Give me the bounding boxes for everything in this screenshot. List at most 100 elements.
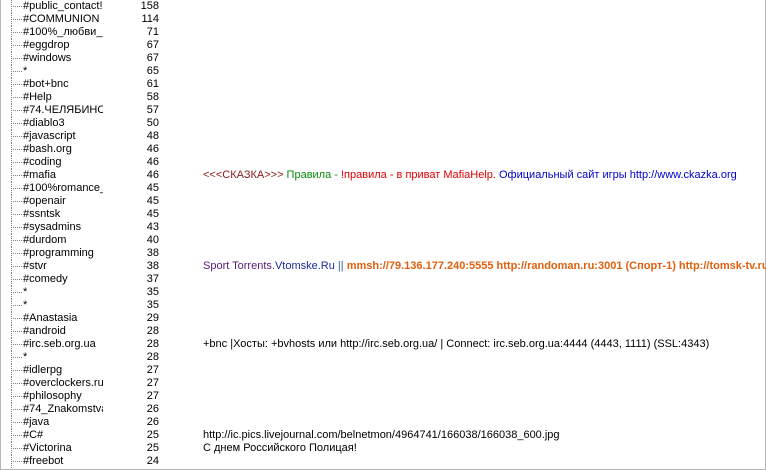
channel-name: #100%romance_ [23, 182, 103, 194]
channel-row[interactable]: #eggdrop 67 [1, 39, 765, 52]
channel-name: #Help [23, 91, 52, 103]
channel-name: #idlerpg [23, 364, 63, 376]
tree-connector-icon [9, 130, 23, 143]
channel-row[interactable]: #programming 38 [1, 247, 765, 260]
channel-row[interactable]: #java 26 [1, 416, 765, 429]
tree-connector-icon [9, 195, 23, 208]
user-count: 28 [146, 338, 159, 350]
topic-segment: Правила - [283, 169, 341, 181]
channel-row[interactable]: #Help 58 [1, 91, 765, 104]
user-count: 24 [146, 455, 159, 467]
tree-connector-icon [9, 247, 23, 260]
channel-row[interactable]: #Anastasia 29 [1, 312, 765, 325]
channel-name: #Victorina [23, 442, 72, 454]
tree-connector-icon [9, 208, 23, 221]
user-count: 35 [146, 286, 159, 298]
user-count: 27 [146, 364, 159, 376]
channel-name: #C# [23, 429, 44, 441]
user-count: 25 [146, 442, 159, 454]
channel-list[interactable]: #public_contact! 158 #COMMUNION 114 #100%_лю… [0, 0, 766, 470]
channel-row[interactable]: #public_contact! 158 [1, 0, 765, 13]
channel-row[interactable]: * 35 [1, 286, 765, 299]
channel-topic: http://ic.pics.livejournal.com/belnetmon… [203, 429, 560, 442]
channel-name: #java [23, 416, 50, 428]
user-count: 37 [146, 273, 159, 285]
channel-row[interactable]: #freebot 24 [1, 455, 765, 468]
channel-name: #javascript [23, 130, 76, 142]
channel-name: #Anastasia [23, 312, 78, 324]
channel-row[interactable]: * 28 [1, 351, 765, 364]
channel-row[interactable]: #comedy 37 [1, 273, 765, 286]
channel-name: #sysadmins [23, 221, 82, 233]
channel-row[interactable]: * 35 [1, 299, 765, 312]
channel-name: #programming [23, 247, 94, 259]
tree-connector-icon [9, 91, 23, 104]
channel-name: #74.ЧЕЛЯБИНСК [23, 104, 103, 116]
channel-row[interactable]: #irc.seb.org.ua 28 +bnc |Хосты: +bvhosts и… [1, 338, 765, 351]
channel-name: #public_contact! [23, 0, 103, 12]
channel-name: #windows [23, 52, 72, 64]
topic-segment: +bnc |Хосты: +bvhosts или http://irc.seb… [203, 338, 710, 350]
channel-row[interactable]: #100%romance_ 45 [1, 182, 765, 195]
channel-row[interactable]: #android 28 [1, 325, 765, 338]
tree-connector-icon [9, 364, 23, 377]
topic-segment: http://ic.pics.livejournal.com/belnetmon… [203, 429, 560, 441]
channel-row[interactable]: #bot+bnc 61 [1, 78, 765, 91]
user-count: 57 [146, 104, 159, 116]
tree-connector-icon [9, 143, 23, 156]
user-count: 61 [146, 78, 159, 90]
channel-row[interactable]: #bash.org 46 [1, 143, 765, 156]
channel-name: #mafia [23, 169, 57, 181]
channel-row[interactable]: #mafia 46 <<<СКАЗКА>>> Правила - !правила … [1, 169, 765, 182]
channel-name: #freebot [23, 455, 64, 467]
channel-row[interactable]: #Victorina 25 С днем Российского Полицая! [1, 442, 765, 455]
user-count: 158 [140, 0, 159, 12]
channel-row[interactable]: #diablo3 50 [1, 117, 765, 130]
tree-connector-icon [9, 273, 23, 286]
channel-row[interactable]: #openair 45 [1, 195, 765, 208]
channel-row[interactable]: #74.ЧЕЛЯБИНСК 57 [1, 104, 765, 117]
channel-row[interactable]: #100%_любви_ 71 [1, 26, 765, 39]
channel-row[interactable]: #stvr 38 Sport Torrents.Vtomske.Ru || mmsh… [1, 260, 766, 273]
channel-topic: +bnc |Хосты: +bvhosts или http://irc.seb… [203, 338, 709, 351]
topic-segment: Официальный сайт игры http://www.ckazka.… [495, 169, 737, 181]
tree-connector-icon [9, 78, 23, 91]
user-count: 46 [146, 156, 159, 168]
channel-row[interactable]: #overclockers.ru 27 [1, 377, 765, 390]
channel-topic: Sport Torrents.Vtomske.Ru || mmsh://79.1… [203, 260, 766, 273]
tree-connector-icon [9, 299, 23, 312]
channel-row[interactable]: #philosophy 27 [1, 390, 765, 403]
channel-name: #overclockers.ru [23, 377, 103, 389]
channel-row[interactable]: #sysadmins 43 [1, 221, 765, 234]
channel-name: * [23, 65, 28, 77]
channel-row[interactable]: #74_Znakomstva 26 [1, 403, 765, 416]
user-count: 38 [146, 247, 159, 259]
user-count: 40 [146, 234, 159, 246]
user-count: 26 [146, 403, 159, 415]
tree-connector-icon [9, 403, 23, 416]
channel-row[interactable]: #C# 25 http://ic.pics.livejournal.com/beln… [1, 429, 765, 442]
user-count: 67 [146, 52, 159, 64]
tree-connector-icon [9, 325, 23, 338]
user-count: 65 [146, 65, 159, 77]
channel-row[interactable]: #coding 46 [1, 156, 765, 169]
tree-connector-icon [9, 26, 23, 39]
tree-connector-icon [9, 377, 23, 390]
tree-connector-icon [9, 156, 23, 169]
user-count: 58 [146, 91, 159, 103]
topic-segment: Sport Torrents. [203, 260, 275, 272]
channel-name: #openair [23, 195, 66, 207]
channel-row[interactable]: #windows 67 [1, 52, 765, 65]
user-count: 25 [146, 429, 159, 441]
channel-row[interactable]: #idlerpg 27 [1, 364, 765, 377]
tree-connector-icon [9, 442, 23, 455]
tree-connector-icon [9, 312, 23, 325]
channel-row[interactable]: #javascript 48 [1, 130, 765, 143]
channel-row[interactable]: #COMMUNION 114 [1, 13, 765, 26]
channel-topic: <<<СКАЗКА>>> Правила - !правила - в прив… [203, 169, 737, 182]
channel-name: #bash.org [23, 143, 72, 155]
channel-row[interactable]: * 65 [1, 65, 765, 78]
channel-row[interactable]: #durdom 40 [1, 234, 765, 247]
channel-row[interactable]: #ssntsk 45 [1, 208, 765, 221]
user-count: 28 [146, 351, 159, 363]
